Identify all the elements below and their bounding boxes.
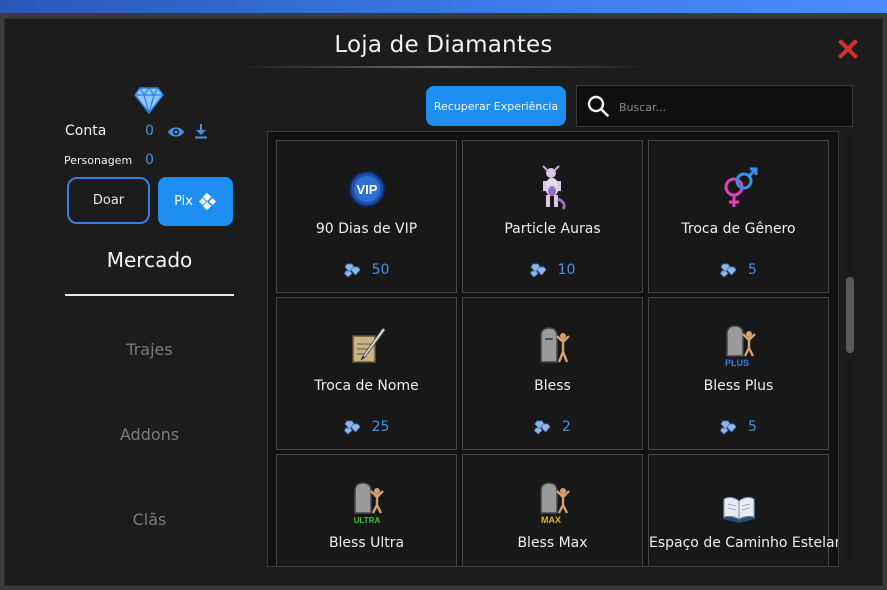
nav-active-underline — [65, 294, 234, 296]
recover-experience-label: Recuperar Experiência — [433, 99, 559, 113]
product-name: Bless Plus — [703, 378, 774, 394]
eye-icon[interactable] — [167, 124, 185, 140]
nav-tab-clas[interactable]: Clãs — [65, 510, 234, 529]
search-input[interactable] — [617, 94, 846, 120]
diamond-coin-icon — [720, 263, 737, 278]
product-price: 50 — [277, 262, 456, 278]
product-price: 5 — [649, 262, 828, 278]
nav-tab-addons[interactable]: Addons — [65, 425, 234, 444]
price-value: 25 — [371, 419, 390, 435]
top-accent-bar — [0, 0, 887, 13]
svg-text:VIP: VIP — [357, 182, 378, 197]
price-value: 5 — [748, 262, 757, 278]
bless-max-icon: MAX — [540, 482, 570, 525]
bless-max-tag: MAX — [541, 515, 561, 525]
product-grid: VIP 90 Dias de VIP 50 Particle Auras 10 … — [267, 131, 839, 567]
donate-button-label: Doar — [92, 193, 125, 208]
product-name: Troca de Gênero — [681, 221, 796, 237]
recover-experience-button[interactable]: Recuperar Experiência — [426, 86, 566, 126]
search-icon — [587, 95, 609, 117]
title-divider — [238, 66, 648, 68]
price-value: 5 — [748, 419, 757, 435]
scrollbar-thumb[interactable] — [846, 277, 854, 353]
product-name: 90 Dias de VIP — [315, 221, 418, 237]
product-card[interactable]: Troca de Nome 25 — [276, 297, 457, 450]
gender-icon — [724, 167, 758, 207]
character-balance-label: Personagem — [64, 154, 133, 167]
bless-icon — [540, 327, 570, 363]
product-card[interactable]: VIP 90 Dias de VIP 50 — [276, 140, 457, 293]
diamond-coin-icon — [343, 420, 361, 435]
window-title: Loja de Diamantes — [334, 32, 553, 58]
shop-window: Loja de Diamantes Conta 0 Personagem 0 D… — [4, 18, 883, 586]
diamond-coin-icon — [343, 263, 361, 278]
product-name: Bless Ultra — [328, 535, 405, 551]
nav-tab-mercado[interactable]: Mercado — [65, 248, 234, 272]
product-card[interactable]: Espaço de Caminho Estelar — [648, 454, 839, 566]
diamond-coin-icon — [529, 263, 547, 278]
pix-button-label: Pix — [174, 194, 193, 209]
product-card[interactable]: PLUS Bless Plus 5 — [648, 297, 829, 450]
account-balance-label: Conta — [65, 123, 107, 139]
product-card[interactable]: Troca de Gênero 5 — [648, 140, 829, 293]
account-balance-value: 0 — [145, 123, 154, 139]
bless-ultra-icon: ULTRA — [354, 482, 384, 525]
product-price: 10 — [463, 262, 642, 278]
close-icon[interactable] — [833, 34, 863, 64]
download-icon[interactable] — [194, 123, 208, 139]
product-name: Particle Auras — [504, 221, 601, 237]
bless-ultra-tag: ULTRA — [354, 516, 381, 525]
product-name: Troca de Nome — [314, 378, 419, 394]
bless-plus-tag: PLUS — [725, 358, 749, 368]
character-balance-value: 0 — [145, 152, 154, 168]
bless-plus-icon: PLUS — [725, 325, 756, 368]
product-name: Espaço de Caminho Estelar — [649, 535, 839, 551]
nav-tab-trajes[interactable]: Trajes — [65, 340, 234, 359]
mewtwo-icon — [542, 165, 566, 210]
diamond-icon — [134, 86, 164, 114]
diamond-coin-icon — [534, 420, 551, 435]
product-price: 5 — [649, 419, 828, 435]
product-card[interactable]: Particle Auras 10 — [462, 140, 643, 293]
product-card[interactable]: Bless 2 — [462, 297, 643, 450]
pix-button[interactable]: Pix — [158, 177, 233, 226]
scroll-quill-icon — [352, 327, 386, 363]
price-value: 2 — [562, 419, 571, 435]
search-box — [576, 85, 853, 127]
product-name: Bless — [534, 378, 571, 394]
vip-icon: VIP — [349, 171, 385, 207]
price-value: 50 — [371, 262, 390, 278]
diamond-coin-icon — [720, 420, 737, 435]
product-name: Bless Max — [517, 535, 588, 551]
product-price: 2 — [463, 419, 642, 435]
donate-button[interactable]: Doar — [67, 177, 150, 224]
product-price: 25 — [277, 419, 456, 435]
price-value: 10 — [557, 262, 576, 278]
product-card[interactable]: MAX Bless Max — [462, 454, 643, 566]
product-card[interactable]: ULTRA Bless Ultra — [276, 454, 457, 566]
pix-icon — [198, 192, 216, 210]
book-icon — [723, 496, 755, 523]
